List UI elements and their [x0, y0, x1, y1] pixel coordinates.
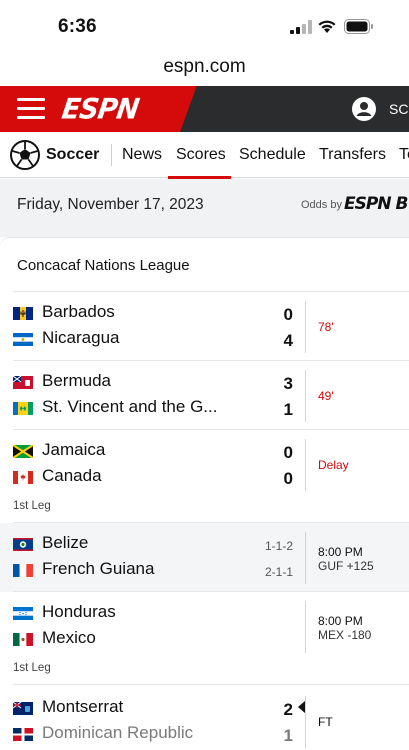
tab-teams[interactable]: Te	[399, 146, 409, 164]
game-odds: GUF +125	[318, 559, 374, 573]
sport-nav: Soccer News Scores Schedule Transfers Te	[0, 132, 409, 178]
team-row: Jamaica	[13, 438, 303, 464]
divider	[305, 601, 306, 653]
game-time: 8:00 PM	[318, 614, 363, 628]
divider	[305, 696, 306, 748]
odds-by-label: Odds by	[301, 199, 342, 211]
game-row[interactable]: Honduras Mexico 8:00 PM MEX -180 1st Leg	[0, 592, 409, 685]
tab-news[interactable]: News	[122, 146, 162, 164]
team-name: French Guiana	[42, 559, 155, 578]
team-row: Dominican Republic	[13, 721, 303, 747]
leg-note: 1st Leg	[13, 662, 51, 674]
team-score: 2	[283, 700, 293, 719]
game-status: Delay	[318, 458, 349, 472]
team-row: Mexico	[13, 626, 303, 652]
dominican-republic-flag-icon	[13, 728, 33, 741]
team-score: 1	[283, 400, 293, 419]
user-label[interactable]: SC	[389, 101, 408, 117]
team-name: Canada	[42, 466, 102, 485]
team-name: Nicaragua	[42, 328, 120, 347]
team-score: 4	[283, 331, 293, 350]
tab-schedule[interactable]: Schedule	[239, 146, 306, 164]
montserrat-flag-icon	[13, 702, 33, 715]
game-row[interactable]: Belize 1-1-2 French Guiana 2-1-1 8:00 PM…	[0, 523, 409, 592]
team-row: Montserrat	[13, 695, 303, 721]
team-name: Belize	[42, 533, 89, 552]
game-status: FT	[318, 715, 333, 729]
scores-card: Concacaf Nations League Barbados 0 Nicar…	[0, 237, 409, 750]
game-row[interactable]: Bermuda 3 St. Vincent and the G... 1 49'	[0, 361, 409, 430]
divider	[305, 532, 306, 584]
ios-status-bar: 6:36	[0, 0, 409, 52]
team-row: French Guiana	[13, 557, 303, 583]
team-score: 3	[283, 374, 293, 393]
bermuda-flag-icon	[13, 376, 33, 389]
team-name: Mexico	[42, 628, 96, 647]
team-name: Barbados	[42, 302, 115, 321]
divider	[305, 370, 306, 422]
jamaica-flag-icon	[13, 445, 33, 458]
team-name: St. Vincent and the G...	[42, 397, 218, 416]
espn-logo[interactable]: ESPN	[60, 93, 141, 126]
game-row[interactable]: Jamaica 0 Canada 0 Delay 1st Leg	[0, 430, 409, 523]
date-selector[interactable]: Friday, November 17, 2023	[17, 196, 204, 214]
barbados-flag-icon	[13, 307, 33, 320]
game-row[interactable]: Barbados 0 Nicaragua 4 78'	[0, 292, 409, 361]
team-row: Belize	[13, 531, 303, 557]
game-status: 78'	[318, 320, 334, 334]
tab-scores[interactable]: Scores	[176, 146, 226, 177]
url-text: espn.com	[163, 56, 246, 77]
nav-divider	[111, 144, 112, 166]
espn-header: ESPN SC	[0, 86, 409, 132]
team-row: Honduras	[13, 600, 303, 626]
user-profile-icon[interactable]	[352, 97, 376, 121]
canada-flag-icon	[13, 471, 33, 484]
game-time: 8:00 PM	[318, 545, 363, 559]
divider	[305, 439, 306, 491]
divider	[305, 301, 306, 353]
browser-url-bar[interactable]: espn.com	[0, 52, 409, 86]
game-status: 49'	[318, 389, 334, 403]
league-title[interactable]: Concacaf Nations League	[17, 257, 190, 274]
game-row[interactable]: Montserrat 2 Dominican Republic 1 FT	[0, 685, 409, 750]
mexico-flag-icon	[13, 633, 33, 646]
team-name: Dominican Republic	[42, 723, 194, 742]
date-bar: Friday, November 17, 2023 Odds by ESPN B	[0, 179, 409, 237]
team-name: Bermuda	[42, 371, 111, 390]
team-row: Canada	[13, 464, 303, 490]
soccer-ball-icon	[10, 140, 40, 170]
wifi-icon	[318, 20, 336, 33]
team-record: 1-1-2	[264, 539, 293, 553]
team-score: 0	[283, 305, 293, 324]
winner-arrow-icon	[298, 701, 305, 713]
team-row: Bermuda	[13, 369, 303, 395]
french-guiana-flag-icon	[13, 564, 33, 577]
team-name: Honduras	[42, 602, 116, 621]
team-score: 1	[283, 726, 293, 745]
team-name: Montserrat	[42, 697, 124, 716]
team-score: 0	[283, 443, 293, 462]
honduras-flag-icon	[13, 607, 33, 620]
game-odds: MEX -180	[318, 628, 372, 642]
leg-note: 1st Leg	[13, 500, 51, 512]
espn-bet-logo: ESPN B	[344, 194, 408, 214]
st-vincent-flag-icon	[13, 402, 33, 415]
team-row: Nicaragua	[13, 326, 303, 352]
clock: 6:36	[58, 16, 97, 37]
team-score: 0	[283, 469, 293, 488]
nicaragua-flag-icon	[13, 333, 33, 346]
hamburger-menu-icon[interactable]	[17, 98, 45, 120]
belize-flag-icon	[13, 538, 33, 551]
battery-icon	[344, 19, 373, 34]
team-row: St. Vincent and the G...	[13, 395, 303, 421]
cellular-signal-icon	[290, 20, 312, 34]
team-name: Jamaica	[42, 440, 106, 459]
tab-transfers[interactable]: Transfers	[319, 146, 386, 164]
team-row: Barbados	[13, 300, 303, 326]
sport-title[interactable]: Soccer	[46, 146, 99, 164]
team-record: 2-1-1	[264, 565, 293, 579]
